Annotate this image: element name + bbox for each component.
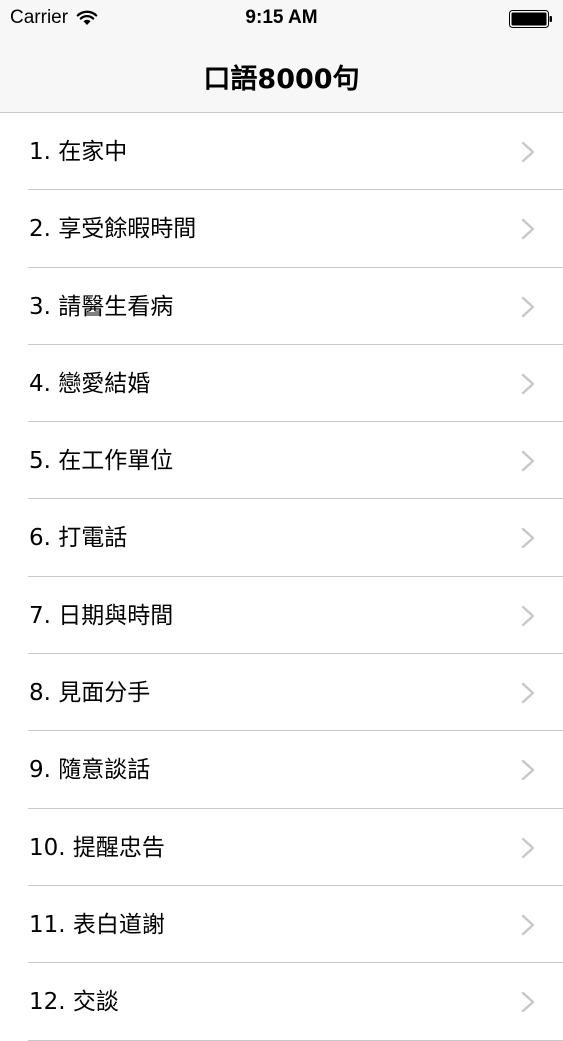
chevron-right-icon bbox=[521, 760, 535, 781]
list-item-label: 3. 請醫生看病 bbox=[29, 293, 174, 320]
list-item[interactable]: 10. 提醒忠告 bbox=[0, 809, 563, 887]
list-item-label: 11. 表白道謝 bbox=[29, 911, 165, 938]
chevron-right-icon bbox=[521, 219, 535, 240]
list-item[interactable]: 1. 在家中 bbox=[0, 113, 563, 191]
list-item[interactable]: 7. 日期與時間 bbox=[0, 577, 563, 655]
status-bar: Carrier 9:15 AM bbox=[0, 0, 563, 40]
list-item-label: 4. 戀愛結婚 bbox=[29, 370, 151, 397]
chevron-right-icon bbox=[521, 992, 535, 1013]
chevron-right-icon bbox=[521, 373, 535, 395]
chevron-right-icon bbox=[521, 141, 535, 163]
topic-list: 1. 在家中 2. 享受餘暇時間 3. 請醫生看病 4. 戀愛結婚 5. 在工作… bbox=[0, 113, 563, 1041]
list-item-label: 12. 交談 bbox=[29, 989, 119, 1016]
list-item[interactable]: 11. 表白道謝 bbox=[0, 886, 563, 964]
chevron-right-icon bbox=[521, 682, 535, 704]
list-item[interactable]: 9. 隨意談話 bbox=[0, 731, 563, 809]
list-item[interactable]: 12. 交談 bbox=[0, 963, 563, 1041]
list-item[interactable]: 4. 戀愛結婚 bbox=[0, 345, 563, 423]
list-item-label: 5. 在工作單位 bbox=[29, 448, 174, 475]
page-title: 口語8000句 bbox=[203, 64, 360, 95]
chevron-right-icon bbox=[521, 837, 535, 858]
navigation-bar: 口語8000句 bbox=[0, 40, 563, 113]
list-item[interactable]: 6. 打電話 bbox=[0, 499, 563, 578]
chevron-right-icon bbox=[521, 450, 535, 472]
list-item-label: 10. 提醒忠告 bbox=[29, 834, 165, 861]
chevron-right-icon bbox=[521, 528, 535, 549]
list-item-label: 9. 隨意談話 bbox=[29, 757, 151, 784]
battery-icon bbox=[509, 10, 552, 28]
list-item-label: 8. 見面分手 bbox=[29, 680, 151, 707]
list-item-label: 1. 在家中 bbox=[29, 139, 128, 165]
chevron-right-icon bbox=[521, 914, 535, 936]
list-item-label: 6. 打電話 bbox=[29, 525, 128, 552]
list-item[interactable]: 2. 享受餘暇時間 bbox=[0, 190, 563, 268]
list-item[interactable]: 3. 請醫生看病 bbox=[0, 268, 563, 346]
list-item[interactable]: 5. 在工作單位 bbox=[0, 422, 563, 500]
list-item[interactable]: 8. 見面分手 bbox=[0, 654, 563, 732]
chevron-right-icon bbox=[521, 296, 535, 317]
status-time: 9:15 AM bbox=[245, 7, 318, 28]
chevron-right-icon bbox=[521, 605, 535, 626]
list-item-label: 7. 日期與時間 bbox=[29, 602, 174, 629]
list-item-label: 2. 享受餘暇時間 bbox=[29, 216, 197, 243]
